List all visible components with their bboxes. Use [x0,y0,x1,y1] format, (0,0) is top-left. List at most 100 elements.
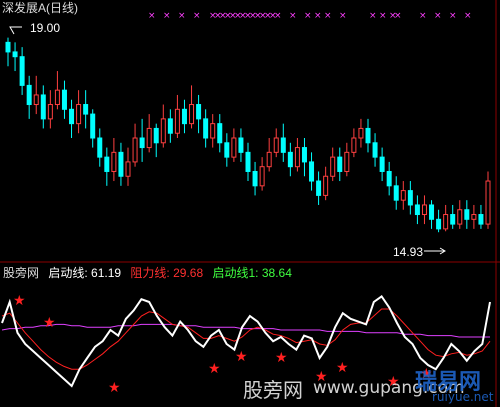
candle-body [351,137,357,153]
candle-body [181,108,187,125]
candle-body [309,161,315,182]
candle-body [280,137,286,153]
candle-body [436,218,442,230]
x-marker: × [339,11,347,21]
x-marker: × [314,11,322,21]
launch-line-value: 61.19 [91,266,122,280]
candle-body [294,147,300,168]
candle-body [400,190,406,201]
candle-body [323,175,329,196]
candle-body [83,104,89,115]
x-marker: × [148,11,156,21]
candle-body [393,185,399,201]
candle-body [372,142,378,158]
signal-markers-row: × × × × ×××××××××××××× × × × × × × × ×× × × × × [148,11,472,21]
candle-body [344,151,350,172]
candle-body [337,156,343,172]
candle-body [189,104,195,125]
resist-line-value: 29.68 [173,266,204,280]
candle-body [379,156,385,172]
candle-body [358,127,364,139]
indicator-legend: 股旁网 启动线: 61.19 阻力线: 29.68 启动线1: 38.64 [3,266,298,280]
candle-body [139,137,145,149]
candle-body [365,127,371,144]
candle-body [231,137,237,158]
price-low-label: 14.93 [393,245,424,259]
candle-body [104,156,110,172]
candle-body [210,123,216,139]
candle-body [167,118,173,134]
candle-body [471,214,477,220]
candle-body [316,180,322,196]
candle-body [146,127,152,149]
candle-body [111,151,117,172]
star-signal: ★ [208,361,221,377]
candle-body [266,151,272,168]
candle-body [238,137,244,153]
candle-body [330,156,336,177]
stock-chart: × × × × ×××××××××××××× × × × × × × × ×× × × × × ★★★★★ ★★★… [0,0,500,407]
star-signal: ★ [108,380,121,396]
star-signal: ★ [336,360,349,376]
candle-body [301,147,307,163]
candle-body [69,108,75,125]
launch-line1-value: 38.64 [261,266,292,280]
candle-body [40,94,46,120]
launch-line1-label: 启动线1: [212,266,259,280]
candle-body [386,170,392,187]
candle-body [97,137,103,158]
candle-body [450,214,456,225]
candle-body [203,118,209,139]
launch-line-label: 启动线: [48,266,88,280]
candle-body [245,151,251,172]
x-marker: × [394,11,402,21]
candle-body [61,89,67,110]
candle-body [174,108,180,134]
x-marker: × [379,11,387,21]
candle-body [47,104,53,120]
candle-body [90,113,96,139]
star-signal: ★ [235,349,248,365]
candle-body [287,151,293,168]
candle-body [76,104,82,125]
candle-body [478,214,484,225]
candle-body [26,84,32,106]
candle-body [217,123,223,144]
candle-body [414,204,420,216]
candle-body [5,41,11,53]
chart-title: 深发展A(日线) [2,1,78,15]
candle-body [19,56,25,86]
resist-line-label: 阻力线: [130,266,170,280]
candle-body [125,161,131,177]
x-marker: × [274,11,282,21]
x-marker: × [193,11,201,21]
candle-body [259,166,265,187]
x-marker: × [178,11,186,21]
candle-body [153,127,159,144]
x-marker: × [449,11,457,21]
price-high-label: 19.00 [30,21,61,35]
x-marker: × [419,11,427,21]
candle-body [485,180,491,225]
x-marker: × [163,11,171,21]
candle-body [464,209,470,220]
candle-body [429,204,435,220]
x-marker: × [434,11,442,21]
x-marker: × [324,11,332,21]
candle-body [224,142,230,158]
x-marker: × [304,11,312,21]
x-marker: × [369,11,377,21]
watermark-right-domain: ruiyue.net [432,390,494,404]
candle-body [196,104,202,120]
candle-body [421,204,427,216]
candle-body [273,137,279,153]
x-marker: × [289,11,297,21]
candle-body [160,118,166,144]
candle-body [118,151,124,177]
star-signal: ★ [13,293,26,309]
candle-body [407,190,413,206]
candle-body [12,51,18,58]
x-marker: × [464,11,472,21]
candle-body [54,89,60,106]
candle-body [252,170,258,187]
